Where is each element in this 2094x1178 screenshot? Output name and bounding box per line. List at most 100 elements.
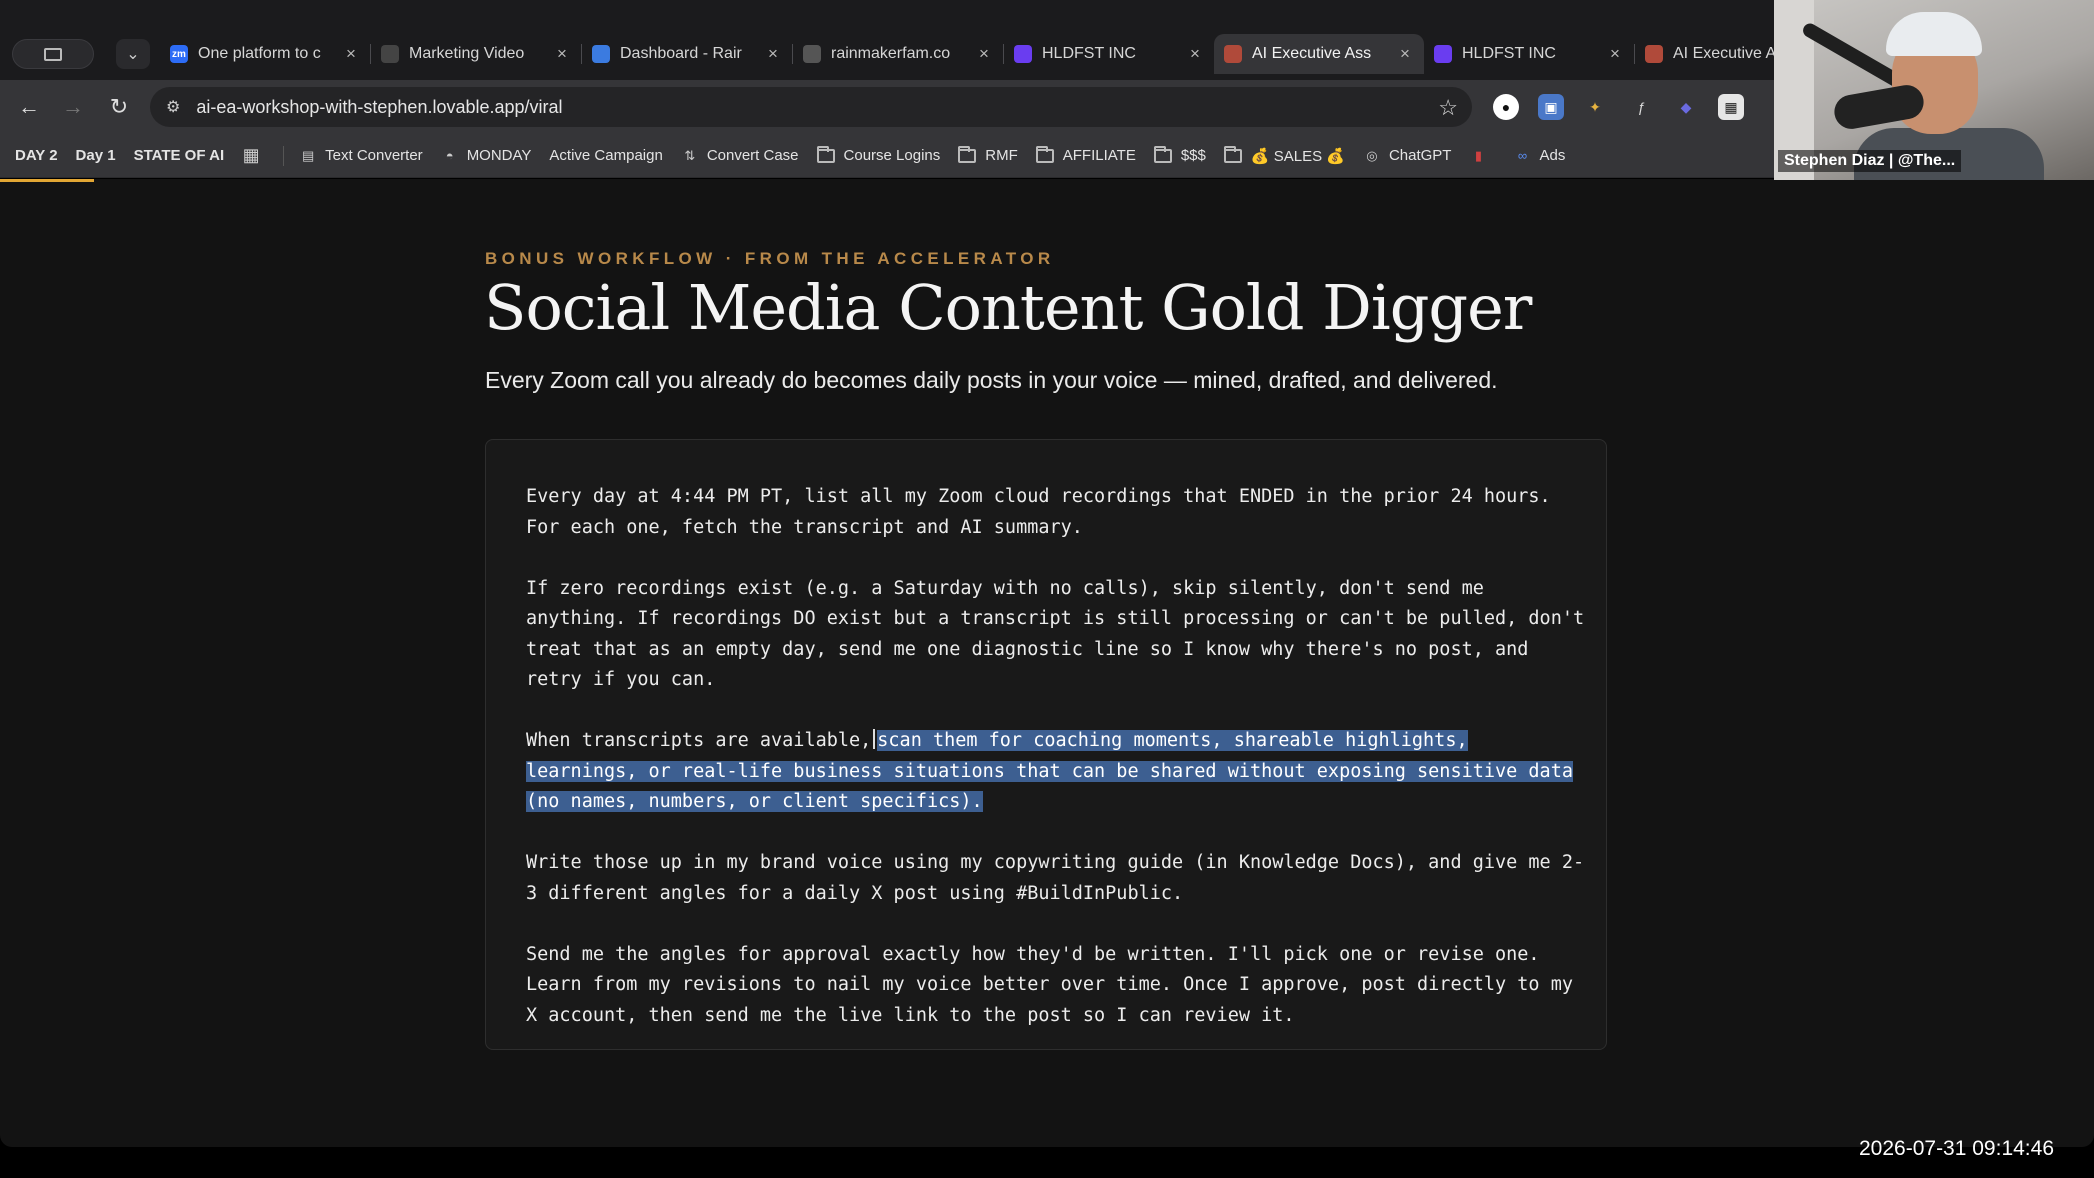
bookmark-item[interactable]: ◎ ChatGPT	[1354, 140, 1461, 172]
browser-tab[interactable]: AI Executive Ass ×	[1214, 34, 1424, 74]
address-bar[interactable]: ⚙ ai-ea-workshop-with-stephen.lovable.ap…	[150, 87, 1472, 127]
prompt-paragraph-approval: Send me the angles for approval exactly …	[526, 943, 1573, 1026]
recording-timestamp: 2026-07-31 09:14:46	[1859, 1137, 2054, 1160]
bookmark-star-icon[interactable]: ☆	[1438, 95, 1458, 121]
address-url[interactable]: ai-ea-workshop-with-stephen.lovable.app/…	[196, 97, 562, 118]
chatgpt-icon: ◎	[1366, 147, 1378, 163]
page-subtitle: Every Zoom call you already do becomes d…	[485, 367, 1498, 393]
bookmark-label: AFFILIATE	[1062, 147, 1136, 164]
bookmark-label: RMF	[985, 147, 1018, 164]
forward-button[interactable]: →	[58, 92, 88, 122]
presenter-name: Stephen Diaz | @The...	[1778, 150, 1962, 172]
bookmark-item[interactable]: DAY 2	[6, 140, 67, 172]
hldfst-icon	[1014, 45, 1032, 63]
folder-icon	[1035, 145, 1054, 163]
meta-icon: ∞	[1517, 148, 1528, 163]
browser-tab[interactable]: rainmakerfam.co ×	[793, 34, 1003, 74]
bookmark-label: Day 1	[75, 147, 116, 164]
bookmark-item[interactable]: Day 1	[67, 140, 125, 172]
browser-tab[interactable]: Marketing Video ×	[371, 34, 581, 74]
bookmark-item[interactable]: ⇅ Convert Case	[672, 140, 808, 172]
prompt-text[interactable]: Every day at 4:44 PM PT, list all my Zoo…	[526, 482, 1586, 1062]
screen-capture-icon[interactable]: ▣	[1538, 94, 1564, 120]
bookmark-item[interactable]: ∞ Ads	[1504, 140, 1574, 172]
folder-icon	[958, 145, 977, 163]
apps-grid-icon: ▦	[242, 145, 260, 165]
zoom-icon: zm	[170, 45, 188, 63]
ai-ea-icon	[1645, 45, 1663, 63]
password-manager-icon[interactable]: ●	[1493, 94, 1519, 120]
close-tab-icon[interactable]: ×	[1186, 44, 1204, 64]
bookmark-label: STATE OF AI	[133, 147, 225, 164]
folder-icon	[1223, 145, 1242, 163]
back-button[interactable]: ←	[14, 92, 44, 122]
chevron-down-icon: ⌄	[126, 46, 140, 63]
bookmark-item[interactable]: $$$	[1145, 140, 1215, 172]
bookmark-item[interactable]: ▦	[233, 140, 277, 172]
tab-title: AI Executive Ass	[1252, 45, 1372, 62]
bookmark-item[interactable]: STATE OF AI	[125, 140, 234, 172]
tab-title: One platform to c	[198, 45, 321, 62]
bookmark-label: $$$	[1180, 147, 1206, 164]
bookmark-item[interactable]: RMF	[949, 140, 1027, 172]
bookmark-item[interactable]: AFFILIATE	[1027, 140, 1145, 172]
bookmark-separator	[283, 145, 285, 166]
close-tab-icon[interactable]: ×	[764, 44, 782, 64]
globe-icon	[803, 45, 821, 63]
bookmark-item[interactable]: ◓ MONDAY	[432, 140, 541, 172]
folder-icon	[1153, 145, 1172, 163]
tab-title: Marketing Video	[409, 45, 525, 62]
prompt-paragraph-schedule: Every day at 4:44 PM PT, list all my Zoo…	[526, 486, 1551, 538]
ai-ea-icon	[1224, 45, 1242, 63]
bookmark-label: Convert Case	[706, 147, 799, 164]
close-tab-icon[interactable]: ×	[1606, 44, 1624, 64]
tab-title: HLDFST INC	[1462, 45, 1556, 62]
grid-extension-icon[interactable]: ▦	[1718, 94, 1744, 120]
function-icon[interactable]: ƒ	[1628, 94, 1654, 120]
tab-list-button[interactable]: ⌄	[116, 39, 150, 69]
marketing-icon	[381, 45, 399, 63]
window-frame-bottom	[0, 1147, 2094, 1178]
browser-tab[interactable]: HLDFST INC ×	[1004, 34, 1214, 74]
close-tab-icon[interactable]: ×	[1396, 44, 1414, 64]
tab-title: HLDFST INC	[1042, 45, 1136, 62]
close-tab-icon[interactable]: ×	[342, 44, 360, 64]
browser-tab[interactable]: Dashboard - Rair ×	[582, 34, 792, 74]
wand-icon[interactable]: ✦	[1582, 94, 1608, 120]
bookmark-label: MONDAY	[466, 147, 532, 164]
progress-bar	[0, 179, 94, 182]
presenter-cap	[1886, 12, 1982, 56]
monday-icon: ◓	[445, 148, 454, 163]
prompt-text-unselected: When transcripts are available,	[526, 730, 872, 751]
text-cursor-icon	[873, 729, 876, 749]
bookmark-label: 💰 SALES 💰	[1250, 147, 1345, 165]
bookmark-label: Text Converter	[325, 147, 423, 164]
eyebrow-label: BONUS WORKFLOW · FROM THE ACCELERATOR	[485, 249, 1055, 268]
hldfst-icon	[1434, 45, 1452, 63]
bookmark-label: Active Campaign	[549, 147, 663, 164]
bookmark-item[interactable]: Course Logins	[808, 140, 950, 172]
bookmark-label: Course Logins	[843, 147, 941, 164]
prompt-card: Every day at 4:44 PM PT, list all my Zoo…	[485, 439, 1607, 1050]
close-tab-icon[interactable]: ×	[553, 44, 571, 64]
arrow-right-icon: →	[62, 94, 84, 119]
close-tab-icon[interactable]: ×	[975, 44, 993, 64]
browser-tab[interactable]: zm One platform to c ×	[160, 34, 370, 74]
bookmark-item[interactable]: ▮	[1460, 140, 1504, 172]
site-settings-icon[interactable]: ⚙	[166, 97, 180, 117]
tab-search-button[interactable]	[12, 39, 94, 69]
webcam-overlay: Stephen Diaz | @The...	[1774, 0, 2094, 180]
extension-icon[interactable]: ◆	[1673, 94, 1699, 120]
prompt-paragraph-empty-day: If zero recordings exist (e.g. a Saturda…	[526, 577, 1585, 691]
bookmark-label: DAY 2	[15, 147, 58, 164]
share-icon	[592, 45, 610, 63]
reload-button[interactable]: ↻	[104, 92, 134, 122]
folder-icon	[816, 145, 835, 163]
bookmark-item[interactable]: ▤ Text Converter	[290, 140, 432, 172]
prompt-paragraph-brand-voice: Write those up in my brand voice using m…	[526, 852, 1585, 904]
page-title: Social Media Content Gold Digger	[484, 271, 1532, 344]
browser-tab[interactable]: HLDFST INC ×	[1424, 34, 1634, 74]
bookmark-label: ChatGPT	[1388, 147, 1452, 164]
bookmark-item[interactable]: 💰 SALES 💰	[1215, 140, 1354, 172]
bookmark-item[interactable]: Active Campaign	[540, 140, 671, 172]
